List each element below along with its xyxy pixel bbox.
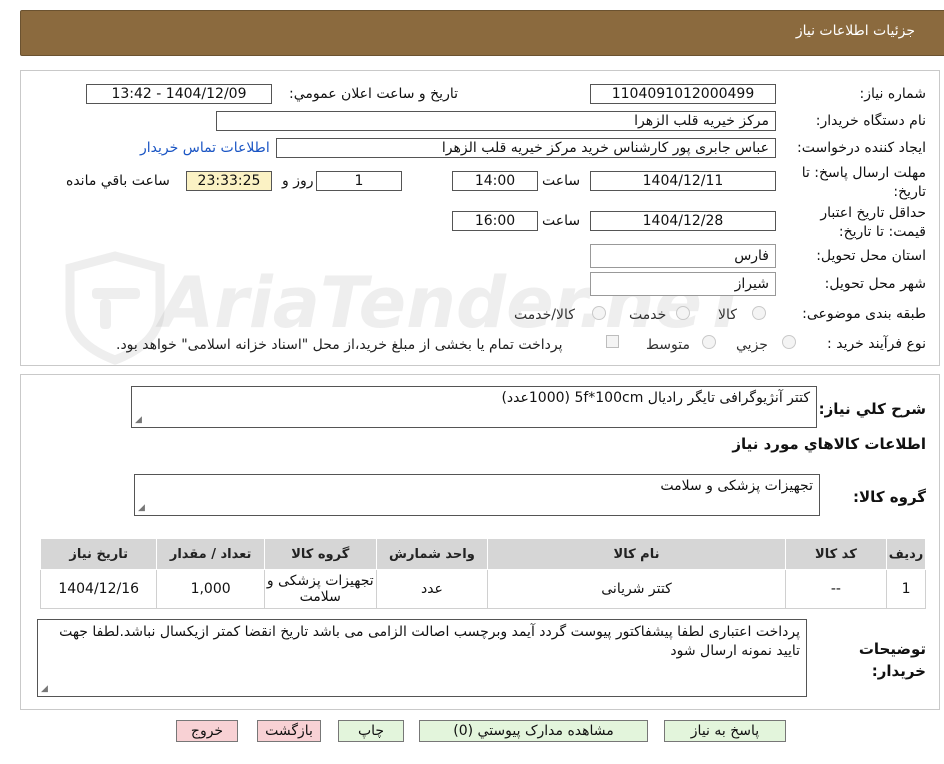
cell-quantity: 1,000 bbox=[156, 569, 265, 609]
price-validity-time-field: 16:00 bbox=[452, 211, 538, 231]
goods-group-label: گروه کالا: bbox=[853, 488, 926, 506]
col-header-unit: واحد شمارش bbox=[375, 538, 489, 570]
category-service-label: خدمت bbox=[629, 307, 667, 323]
category-goods-radio[interactable] bbox=[752, 306, 766, 320]
goods-group-textarea: تجهیزات پزشکی و سلامت ◢ bbox=[134, 474, 820, 516]
price-validity-label: حداقل تاريخ اعتبار قيمت: تا تاريخ: bbox=[820, 205, 926, 240]
deadline-date-field: 1404/12/11 bbox=[590, 171, 776, 191]
need-number-field: 1104091012000499 bbox=[590, 84, 776, 104]
requester-label: ايجاد کننده درخواست: bbox=[797, 140, 926, 156]
treasury-payment-note: پرداخت تمام يا بخشی از مبلغ خريد،از محل … bbox=[116, 337, 563, 353]
category-service-radio[interactable] bbox=[676, 306, 690, 320]
col-header-goods-group: گروه کالا bbox=[263, 538, 377, 570]
price-validity-date-field: 1404/12/28 bbox=[590, 211, 776, 231]
requester-field: عباس جابری پور کارشناس خرید مرکز خیریه ق… bbox=[276, 138, 776, 158]
table-header-row: رديف کد کالا نام کالا واحد شمارش گروه کا… bbox=[39, 538, 926, 570]
cell-need-date: 1404/12/16 bbox=[39, 569, 158, 609]
city-field: شیراز bbox=[590, 272, 776, 296]
items-section-title: اطلاعات کالاهاي مورد نياز bbox=[732, 435, 926, 453]
resize-grip-icon: ◢ bbox=[138, 503, 145, 513]
province-label: استان محل تحويل: bbox=[816, 248, 926, 264]
page-title: جزئیات اطلاعات نیاز bbox=[795, 23, 915, 39]
col-header-need-date: تاريخ نياز bbox=[39, 538, 158, 570]
reply-button[interactable]: پاسخ به نياز bbox=[664, 720, 786, 742]
exit-button[interactable]: خروج bbox=[176, 720, 238, 742]
cell-goods-group: تجهیزات پزشکی و سلامت bbox=[263, 569, 377, 609]
remaining-days-field: 1 bbox=[316, 171, 402, 191]
resize-grip-icon: ◢ bbox=[41, 684, 48, 694]
general-desc-text: کتتر آنژیوگرافی تایگر رادیال 5f*100cm (1… bbox=[501, 390, 810, 406]
cell-row-number: 1 bbox=[886, 569, 926, 609]
buyer-notes-label: توضيحات خريدار: bbox=[858, 640, 926, 680]
deadline-time-label: ساعت bbox=[542, 173, 581, 189]
buyer-org-label: نام دستگاه خريدار: bbox=[815, 113, 926, 129]
general-desc-label: شرح کلي نياز: bbox=[818, 400, 926, 418]
province-field: فارس bbox=[590, 244, 776, 268]
process-medium-label: متوسط bbox=[646, 337, 690, 353]
category-goods-service-label: کالا/خدمت bbox=[514, 307, 575, 323]
process-minor-label: جزيي bbox=[736, 337, 768, 353]
print-button[interactable]: چاپ bbox=[338, 720, 404, 742]
deadline-label: مهلت ارسال پاسخ: تا تاریخ: bbox=[801, 165, 926, 200]
days-label: روز و bbox=[282, 173, 314, 189]
col-header-quantity: تعداد / مقدار bbox=[156, 538, 265, 570]
items-table: رديف کد کالا نام کالا واحد شمارش گروه کا… bbox=[39, 538, 926, 609]
cell-item-code: -- bbox=[784, 569, 888, 609]
remaining-label: ساعت باقي مانده bbox=[66, 173, 170, 189]
general-desc-textarea: کتتر آنژیوگرافی تایگر رادیال 5f*100cm (1… bbox=[131, 386, 817, 428]
category-label: طبقه بندی موضوعی: bbox=[802, 306, 926, 322]
buyer-notes-text: پرداخت اعتباری لطفا پیشفاکتور پیوست گردد… bbox=[59, 624, 800, 659]
col-header-row-number: رديف bbox=[886, 538, 926, 570]
buyer-org-field: مرکز خیریه قلب الزهرا bbox=[216, 111, 776, 131]
back-button[interactable]: بازگشت bbox=[257, 720, 321, 742]
table-row: 1 -- کتتر شریانی عدد تجهیزات پزشکی و سلا… bbox=[39, 569, 926, 609]
process-minor-radio[interactable] bbox=[782, 335, 796, 349]
announce-label: تاریخ و ساعت اعلان عمومي: bbox=[289, 86, 458, 102]
category-goods-label: کالا bbox=[718, 307, 737, 323]
resize-grip-icon: ◢ bbox=[135, 415, 142, 425]
process-medium-radio[interactable] bbox=[702, 335, 716, 349]
treasury-payment-checkbox[interactable] bbox=[606, 335, 619, 348]
goods-group-text: تجهیزات پزشکی و سلامت bbox=[660, 478, 813, 494]
need-number-label: شماره نیاز: bbox=[859, 86, 927, 102]
category-goods-service-radio[interactable] bbox=[592, 306, 606, 320]
announce-datetime-field: 1404/12/09 - 13:42 bbox=[86, 84, 272, 104]
price-validity-time-label: ساعت bbox=[542, 213, 581, 229]
city-label: شهر محل تحويل: bbox=[824, 276, 926, 292]
cell-item-name: کتتر شریانی bbox=[487, 569, 786, 609]
buyer-contact-link[interactable]: اطلاعات تماس خريدار bbox=[140, 140, 270, 156]
view-attachments-button[interactable]: مشاهده مدارک پيوستي (0) bbox=[419, 720, 648, 742]
cell-unit: عدد bbox=[375, 569, 489, 609]
remaining-time-field: 23:33:25 bbox=[186, 171, 272, 191]
col-header-item-name: نام کالا bbox=[487, 538, 786, 570]
process-label: نوع فرآيند خريد : bbox=[827, 336, 926, 352]
col-header-item-code: کد کالا bbox=[784, 538, 888, 570]
buyer-notes-textarea: پرداخت اعتباری لطفا پیشفاکتور پیوست گردد… bbox=[37, 619, 807, 697]
page-header: جزئیات اطلاعات نیاز bbox=[20, 10, 944, 56]
deadline-time-field: 14:00 bbox=[452, 171, 538, 191]
